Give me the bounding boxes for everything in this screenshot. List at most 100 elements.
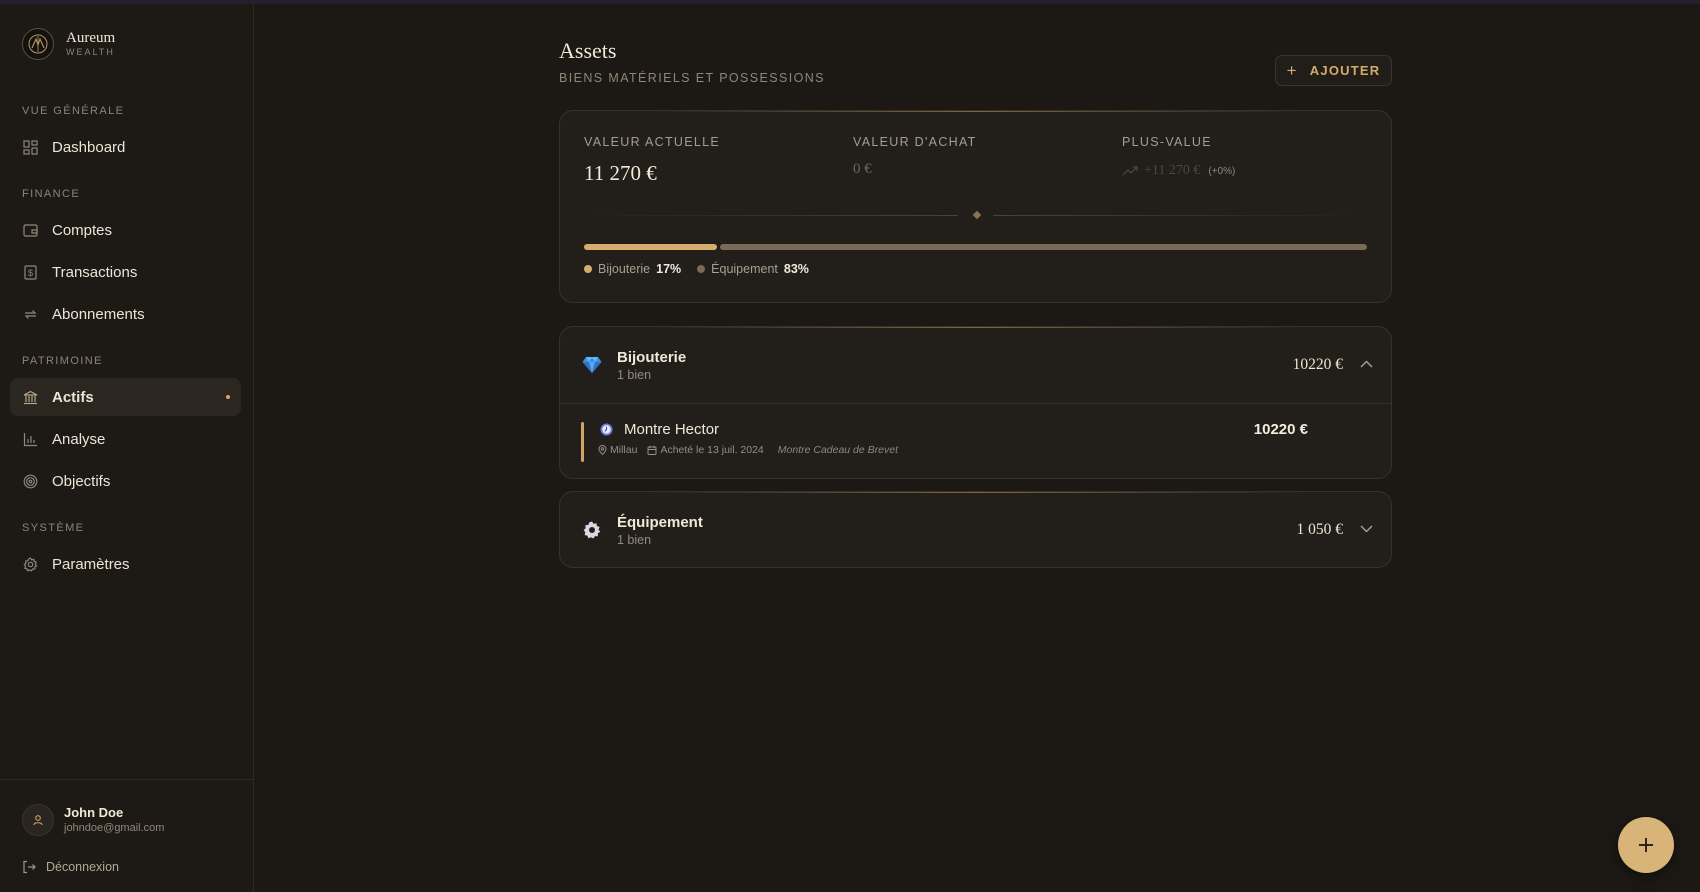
sidebar-item-objectifs[interactable]: Objectifs (10, 462, 241, 500)
legend-label: Bijouterie (598, 262, 651, 276)
category-name: Bijouterie (617, 349, 687, 366)
category-card-bijouterie: Bijouterie 1 bien 10220 € Montre Hector … (559, 326, 1392, 479)
page-title: Assets (559, 38, 617, 63)
floating-add-button[interactable] (1618, 817, 1674, 873)
gain-value: +11 270 € (1144, 163, 1201, 178)
user-icon (33, 815, 43, 826)
bar-chart-icon (22, 431, 38, 447)
chevron-down-icon[interactable] (1359, 522, 1373, 536)
location-pin-icon (598, 445, 607, 455)
gem-icon (582, 355, 602, 375)
settings-icon (22, 556, 38, 572)
logout-label: Déconnexion (46, 860, 119, 874)
sidebar-item-dashboard[interactable]: Dashboard (10, 128, 241, 166)
chevron-up-icon[interactable] (1359, 357, 1373, 371)
sidebar-item-actifs[interactable]: Actifs (10, 378, 241, 416)
sidebar-item-label: Comptes (52, 221, 113, 239)
distribution-legend: Bijouterie 17% Équipement 83% (584, 262, 825, 276)
repeat-icon (22, 306, 38, 322)
stat-label: VALEUR D'ACHAT (853, 135, 977, 149)
legend-label: Équipement (711, 262, 778, 276)
legend-percent: 83% (783, 262, 809, 276)
active-indicator-dot (226, 395, 230, 399)
divider (0, 779, 253, 780)
page-subtitle: BIENS MATÉRIELS ET POSSESSIONS (559, 71, 825, 85)
sidebar-item-label: Dashboard (52, 138, 126, 156)
legend-swatch (584, 265, 592, 273)
distribution-segment (584, 244, 717, 250)
legend-item: Bijouterie 17% (584, 262, 681, 276)
stat-current: VALEUR ACTUELLE 11 270 € (584, 135, 720, 186)
sidebar-item-analyse[interactable]: Analyse (10, 420, 241, 458)
purchase-value: 0 € (853, 161, 872, 177)
stat-label: PLUS-VALUE (1122, 135, 1212, 149)
category-header[interactable]: Bijouterie 1 bien 10220 € (560, 327, 1391, 403)
section-label-overview: VUE GÉNÉRALE (22, 105, 125, 117)
brand[interactable]: Aureum WEALTH (22, 28, 115, 60)
logout-button[interactable]: Déconnexion (22, 860, 119, 874)
category-header[interactable]: Équipement 1 bien 1 050 € (560, 492, 1391, 567)
target-icon (22, 473, 38, 489)
sidebar-item-label: Abonnements (52, 305, 145, 323)
receipt-icon: $ (22, 264, 38, 280)
asset-name: Montre Hector (624, 421, 720, 438)
category-total: 1 050 € (1296, 521, 1344, 538)
trend-up-icon (1122, 166, 1138, 176)
user-name: John Doe (64, 805, 124, 820)
asset-location: Millau (610, 444, 638, 456)
sidebar-item-label: Transactions (52, 263, 138, 281)
card-glow (650, 111, 1301, 112)
sidebar-item-label: Analyse (52, 430, 106, 448)
user-email: johndoe@gmail.com (64, 822, 165, 834)
avatar (22, 804, 54, 836)
svg-text:$: $ (27, 268, 32, 278)
grid-icon (22, 139, 38, 155)
asset-purchase-date: Acheté le 13 juil. 2024 (660, 444, 764, 456)
brand-name: Aureum (66, 30, 116, 46)
stat-label: VALEUR ACTUELLE (584, 135, 720, 149)
sidebar-item-label: Paramètres (52, 555, 130, 573)
legend-swatch (697, 265, 706, 273)
user-profile[interactable]: John Doe johndoe@gmail.com (22, 804, 164, 836)
sidebar: Aureum WEALTH VUE GÉNÉRALE Dashboard FIN… (0, 4, 254, 892)
plus-icon: + (1286, 60, 1298, 80)
distribution-bar (584, 244, 1367, 250)
category-card-equipement: Équipement 1 bien 1 050 € (559, 491, 1392, 568)
gear-icon (582, 520, 602, 540)
sidebar-item-parametres[interactable]: Paramètres (10, 545, 241, 583)
plus-icon (1639, 838, 1653, 852)
add-asset-label: AJOUTER (1309, 63, 1381, 78)
asset-note: Montre Cadeau de Brevet (777, 444, 899, 456)
sidebar-item-abonnements[interactable]: Abonnements (10, 295, 241, 333)
section-label-finance: FINANCE (22, 188, 81, 200)
add-asset-button[interactable]: + AJOUTER (1275, 55, 1392, 86)
asset-value: 10220 € (1253, 421, 1308, 438)
wallet-icon (22, 222, 38, 238)
bank-icon (22, 389, 38, 405)
brand-subtitle: WEALTH (66, 47, 115, 57)
summary-card: VALEUR ACTUELLE 11 270 € VALEUR D'ACHAT … (559, 110, 1392, 303)
legend-item: Équipement 83% (697, 262, 809, 276)
category-count: 1 bien (617, 368, 652, 382)
asset-meta: Millau Acheté le 13 juil. 2024 Montre Ca… (598, 444, 898, 456)
ornament-divider (584, 210, 1367, 220)
brand-logo-icon (22, 28, 54, 60)
category-total: 10220 € (1292, 356, 1343, 373)
current-value: 11 270 € (584, 161, 657, 185)
sidebar-item-label: Actifs (52, 388, 94, 406)
sidebar-item-comptes[interactable]: Comptes (10, 211, 241, 249)
diamond-icon (972, 210, 982, 220)
category-name: Équipement (617, 514, 703, 531)
top-border (0, 0, 1700, 4)
distribution-segment (719, 244, 1367, 250)
stat-purchase: VALEUR D'ACHAT 0 € (853, 135, 977, 178)
asset-accent-bar (581, 422, 584, 462)
sidebar-item-label: Objectifs (52, 472, 111, 490)
section-label-systeme: SYSTÈME (22, 522, 85, 534)
watch-icon (600, 423, 613, 436)
calendar-icon (647, 445, 657, 455)
asset-row[interactable]: Montre Hector Millau Acheté le 13 juil. … (560, 403, 1391, 478)
sidebar-item-transactions[interactable]: $ Transactions (10, 253, 241, 291)
gain-percent: (+0%) (1208, 165, 1236, 177)
logout-icon (22, 860, 36, 874)
